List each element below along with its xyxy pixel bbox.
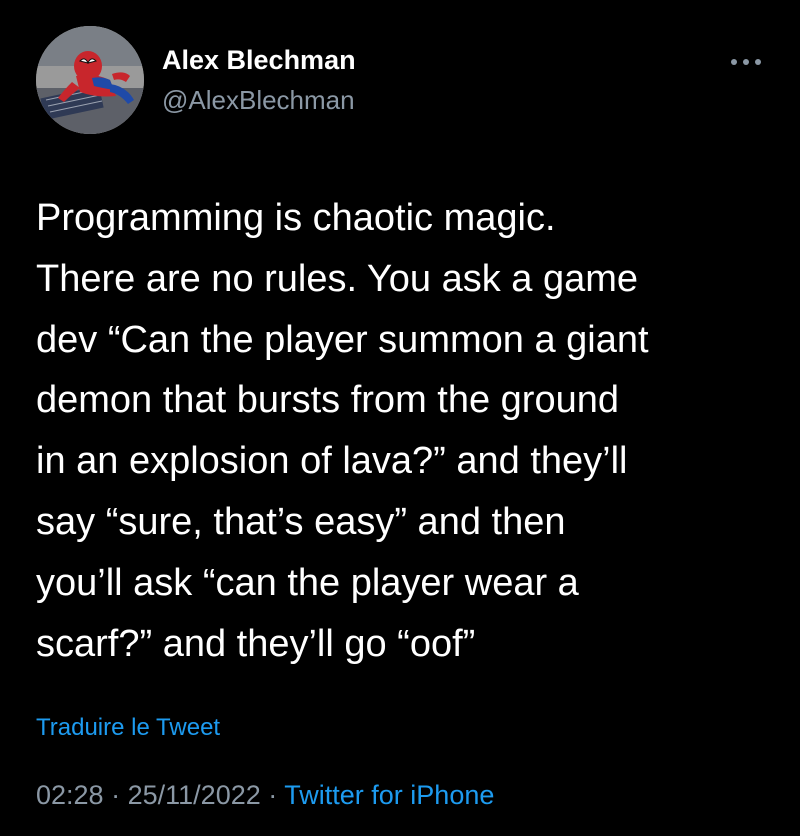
tweet-text-line: Programming is chaotic magic. — [36, 197, 556, 239]
tweet-metadata: 02:28 · 25/11/2022 · Twitter for iPhone — [36, 779, 494, 811]
tweet-text-line: you’ll ask “can the player wear a — [36, 561, 579, 604]
translate-tweet-link[interactable]: Traduire le Tweet — [36, 713, 220, 743]
author-handle[interactable]: @AlexBlechman — [162, 84, 355, 116]
tweet-text-line: demon that bursts from the ground — [36, 379, 619, 422]
more-options-button[interactable] — [726, 46, 766, 76]
meta-separator: · — [268, 780, 278, 810]
spider-man-avatar-icon — [36, 26, 144, 134]
more-options-icon — [731, 59, 761, 65]
tweet-card: Alex Blechman @AlexBlechman Programming … — [0, 0, 800, 836]
tweet-text-line: scarf?” and they’ll go “oof” — [36, 622, 476, 665]
meta-separator: · — [111, 780, 121, 810]
tweet-time[interactable]: 02:28 — [36, 780, 104, 810]
tweet-text-line: dev “Can the player summon a giant — [36, 318, 649, 361]
tweet-date[interactable]: 25/11/2022 — [128, 780, 261, 810]
tweet-text: Programming is chaotic magic. There are … — [36, 188, 776, 674]
author-name[interactable]: Alex Blechman — [162, 44, 356, 76]
tweet-text-line: in an explosion of lava?” and they’ll — [36, 440, 628, 483]
tweet-text-line: say “sure, that’s easy” and then — [36, 500, 566, 543]
avatar[interactable] — [36, 26, 144, 134]
tweet-text-line: There are no rules. You ask a game — [36, 257, 639, 300]
tweet-source-link[interactable]: Twitter for iPhone — [284, 780, 494, 810]
